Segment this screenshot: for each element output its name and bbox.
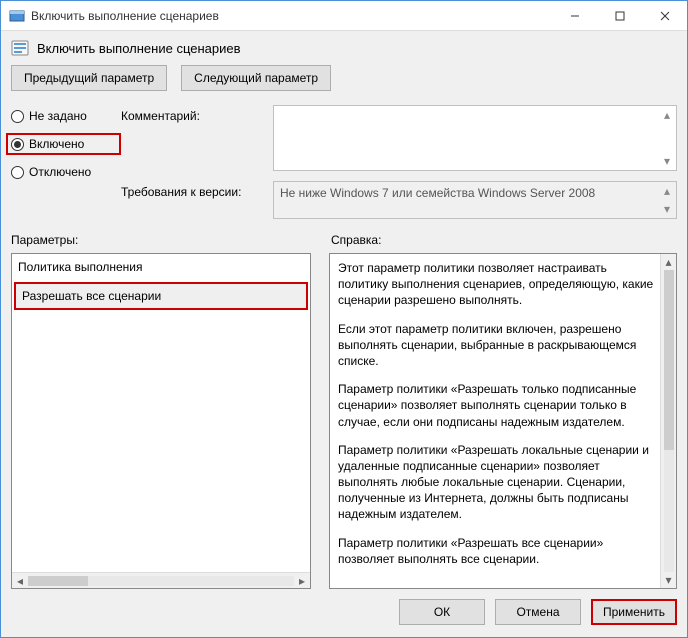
help-paragraph: Параметр политики «Разрешать только подп… [338,381,654,430]
help-paragraph: Если этот параметр политики включен, раз… [338,321,654,370]
scroll-left-icon: ◂ [12,574,28,588]
ok-button[interactable]: ОК [399,599,485,625]
radio-not-configured[interactable]: Не задано [11,109,121,123]
app-icon [9,8,25,24]
nav-buttons: Предыдущий параметр Следующий параметр [1,61,687,101]
titlebar: Включить выполнение сценариев [1,1,687,31]
cancel-button[interactable]: Отмена [495,599,581,625]
help-panel: Этот параметр политики позволяет настраи… [329,253,677,589]
lower-panels: Политика выполнения Разрешать все сценар… [1,253,687,589]
scroll-down-icon: ▾ [664,202,670,216]
scroll-up-icon: ▴ [665,254,671,270]
radio-label: Включено [29,137,84,151]
scroll-thumb[interactable] [28,576,88,586]
header: Включить выполнение сценариев [1,31,687,61]
apply-button[interactable]: Применить [591,599,677,625]
help-label: Справка: [331,233,381,247]
radio-disabled[interactable]: Отключено [11,165,121,179]
requirements-box: Не ниже Windows 7 или семейства Windows … [273,181,677,219]
scrollbar-vertical[interactable]: ▴ ▾ [660,108,674,168]
scroll-thumb[interactable] [664,270,674,450]
config-section: Не задано Включено Отключено Комментарий… [1,101,687,219]
help-paragraph: Этот параметр политики позволяет настраи… [338,260,654,309]
prev-setting-button[interactable]: Предыдущий параметр [11,65,167,91]
radio-label: Не задано [29,109,87,123]
close-button[interactable] [642,1,687,30]
scrollbar-horizontal[interactable]: ◂ ▸ [12,572,310,588]
radio-label: Отключено [29,165,91,179]
help-paragraph: Параметр политики «Разрешать все сценари… [338,535,654,567]
comment-label: Комментарий: [121,105,261,171]
requirements-label: Требования к версии: [121,181,261,219]
minimize-button[interactable] [552,1,597,30]
header-title: Включить выполнение сценариев [37,41,241,56]
policy-icon [11,39,29,57]
radio-icon [11,110,24,123]
comment-textarea[interactable]: ▴ ▾ [273,105,677,171]
scroll-down-icon: ▾ [665,572,671,588]
scroll-track [28,576,294,586]
section-labels: Параметры: Справка: [1,219,687,253]
dialog-footer: ОК Отмена Применить [1,589,687,637]
options-label: Параметры: [11,233,331,247]
scrollbar-vertical[interactable]: ▴ ▾ [660,254,676,588]
window-title: Включить выполнение сценариев [31,9,552,23]
scroll-up-icon: ▴ [664,108,670,122]
requirements-value: Не ниже Windows 7 или семейства Windows … [280,186,595,200]
scroll-track [664,270,674,572]
help-text: Этот параметр политики позволяет настраи… [330,254,676,588]
fields-grid: Комментарий: ▴ ▾ Требования к версии: Не… [121,101,677,219]
execution-policy-dropdown[interactable]: Разрешать все сценарии [14,282,308,310]
options-panel: Политика выполнения Разрешать все сценар… [11,253,311,589]
radio-icon [11,166,24,179]
radio-icon [11,138,24,151]
execution-policy-label: Политика выполнения [12,254,310,280]
help-paragraph: Параметр политики «Разрешать локальные с… [338,442,654,523]
radio-enabled[interactable]: Включено [6,133,121,155]
window-controls [552,1,687,30]
scroll-right-icon: ▸ [294,574,310,588]
scrollbar-vertical[interactable]: ▴ ▾ [660,184,674,216]
scroll-up-icon: ▴ [664,184,670,198]
next-setting-button[interactable]: Следующий параметр [181,65,331,91]
scroll-down-icon: ▾ [664,154,670,168]
options-content: Политика выполнения Разрешать все сценар… [12,254,310,572]
dialog-window: Включить выполнение сценариев Включить в… [0,0,688,638]
state-radios: Не задано Включено Отключено [11,101,121,219]
maximize-button[interactable] [597,1,642,30]
